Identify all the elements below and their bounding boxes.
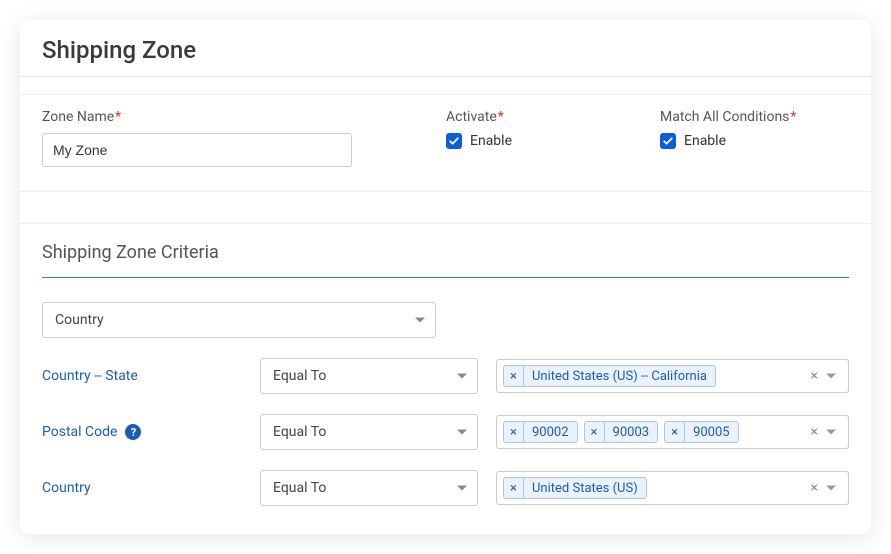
check-icon — [448, 135, 460, 147]
value-multiselect[interactable]: × United States (US) -- California × — [496, 359, 849, 393]
criteria-header: Shipping Zone Criteria — [20, 224, 871, 286]
clear-all-icon[interactable]: × — [811, 480, 818, 496]
value-multiselect[interactable]: × United States (US) × — [496, 471, 849, 505]
activate-field: Activate* Enable — [446, 109, 636, 167]
tag-remove-icon[interactable]: × — [585, 422, 605, 442]
chevron-down-icon[interactable] — [826, 486, 836, 491]
criteria-label-country[interactable]: Country — [42, 480, 242, 496]
criteria-label-country-state[interactable]: Country -- State — [42, 368, 242, 384]
tag-text: United States (US) — [524, 481, 646, 496]
divider — [20, 77, 871, 95]
tag: × 90005 — [664, 421, 739, 443]
check-icon — [662, 135, 674, 147]
form-row: Zone Name* Activate* Enable Match All Co… — [20, 95, 871, 192]
activate-checkbox-row: Enable — [446, 133, 636, 149]
value-multiselect[interactable]: × 90002 × 90003 × 90005 × — [496, 415, 849, 449]
activate-checkbox[interactable] — [446, 133, 462, 149]
operator-select[interactable]: Equal To — [260, 470, 478, 506]
clear-all-icon[interactable]: × — [811, 368, 818, 384]
criteria-type-select[interactable]: Country — [42, 302, 436, 338]
shipping-zone-card: Shipping Zone Zone Name* Activate* Enabl… — [20, 20, 871, 534]
match-all-field: Match All Conditions* Enable — [660, 109, 849, 167]
tag-remove-icon[interactable]: × — [504, 366, 524, 386]
required-asterisk: * — [498, 109, 504, 125]
tag-text: 90003 — [605, 425, 658, 440]
chevron-down-icon[interactable] — [826, 374, 836, 379]
criteria-body: Country Country -- State Equal To × Unit… — [20, 286, 871, 534]
criteria-divider — [42, 277, 849, 278]
match-all-label: Match All Conditions* — [660, 109, 849, 125]
activate-enable-text: Enable — [470, 133, 512, 149]
chevron-down-icon — [457, 430, 467, 435]
match-all-enable-text: Enable — [684, 133, 726, 149]
operator-select[interactable]: Equal To — [260, 358, 478, 394]
tag-remove-icon[interactable]: × — [665, 422, 685, 442]
operator-select[interactable]: Equal To — [260, 414, 478, 450]
activate-label: Activate* — [446, 109, 636, 125]
criteria-label-postal-code[interactable]: Postal Code ? — [42, 424, 242, 440]
tag-text: 90002 — [524, 425, 577, 440]
zone-name-label: Zone Name* — [42, 109, 422, 125]
tag-text: 90005 — [685, 425, 738, 440]
tag: × United States (US) -- California — [503, 365, 716, 387]
criteria-row: Country Equal To × United States (US) × — [42, 470, 849, 506]
required-asterisk: * — [115, 109, 121, 125]
clear-all-icon[interactable]: × — [811, 424, 818, 440]
zone-name-field: Zone Name* — [42, 109, 422, 167]
tag: × United States (US) — [503, 477, 647, 499]
help-icon[interactable]: ? — [125, 424, 141, 440]
chevron-down-icon — [457, 374, 467, 379]
criteria-row: Country -- State Equal To × United State… — [42, 358, 849, 394]
criteria-title: Shipping Zone Criteria — [42, 242, 849, 263]
tag-remove-icon[interactable]: × — [504, 478, 524, 498]
spacer — [20, 192, 871, 224]
match-all-checkbox[interactable] — [660, 133, 676, 149]
tag-remove-icon[interactable]: × — [504, 422, 524, 442]
chevron-down-icon — [415, 318, 425, 323]
required-asterisk: * — [790, 109, 796, 125]
match-all-checkbox-row: Enable — [660, 133, 849, 149]
card-header: Shipping Zone — [20, 20, 871, 77]
page-title: Shipping Zone — [42, 36, 849, 64]
zone-name-input[interactable] — [42, 133, 352, 167]
chevron-down-icon — [457, 486, 467, 491]
tag: × 90003 — [584, 421, 659, 443]
criteria-type-value: Country — [55, 312, 104, 328]
chevron-down-icon[interactable] — [826, 430, 836, 435]
tag: × 90002 — [503, 421, 578, 443]
tag-text: United States (US) -- California — [524, 369, 715, 384]
criteria-row: Postal Code ? Equal To × 90002 × 90003 ×… — [42, 414, 849, 450]
